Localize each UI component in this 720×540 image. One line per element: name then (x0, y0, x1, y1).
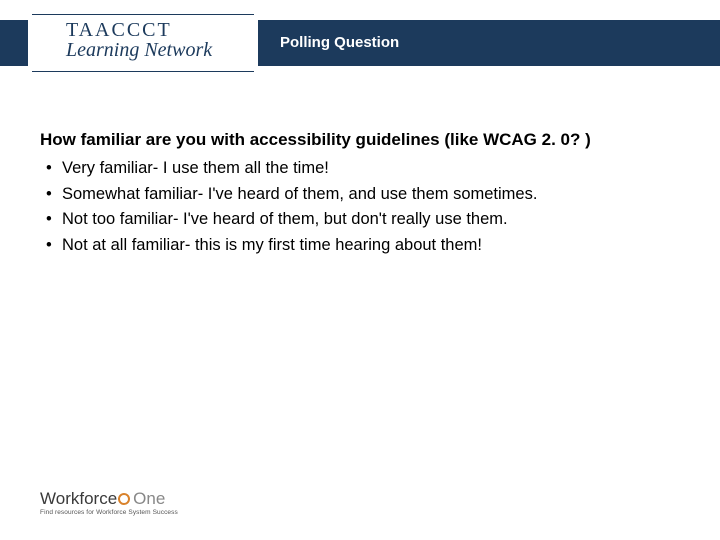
slide-content: How familiar are you with accessibility … (40, 130, 692, 258)
poll-question: How familiar are you with accessibility … (40, 130, 692, 150)
footer-brand-suffix: One (133, 489, 165, 508)
poll-option: Somewhat familiar- I've heard of them, a… (44, 182, 692, 208)
poll-option: Not at all familiar- this is my first ti… (44, 233, 692, 259)
footer-brand-main: Workforce (40, 489, 117, 508)
footer-tagline: Find resources for Workforce System Succ… (40, 510, 178, 517)
poll-option: Very familiar- I use them all the time! (44, 156, 692, 182)
logo-rule-bottom (32, 71, 254, 72)
logo-line1: TAACCCT (66, 20, 212, 41)
logo-line2: Learning Network (66, 40, 212, 61)
globe-icon (118, 493, 130, 505)
logo-text: TAACCCT Learning Network (66, 20, 212, 61)
poll-options: Very familiar- I use them all the time! … (44, 156, 692, 258)
footer-brand: Workforce One (40, 490, 178, 508)
taaccct-logo: TAACCCT Learning Network (28, 14, 258, 72)
workforce-one-logo: Workforce One Find resources for Workforc… (40, 490, 178, 517)
poll-option: Not too familiar- I've heard of them, bu… (44, 207, 692, 233)
slide-section-title: Polling Question (280, 34, 399, 51)
logo-rule-top (32, 14, 254, 15)
